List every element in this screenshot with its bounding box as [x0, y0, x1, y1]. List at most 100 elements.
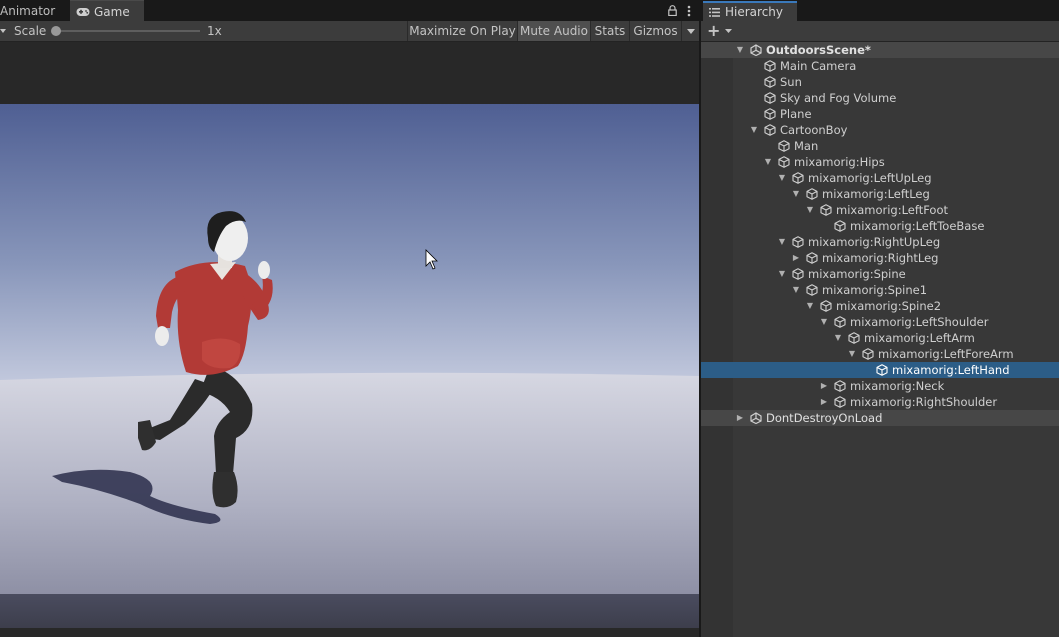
expand-arrow-right-icon[interactable]: ▶ [791, 250, 801, 266]
tab-animator[interactable]: Animator [0, 0, 68, 21]
game-toolbar: Scale 1x Maximize On Play Mute Audio Sta… [0, 21, 699, 42]
hierarchy-row[interactable]: ▼ mixamorig:LeftArm [701, 330, 1059, 346]
hierarchy-row-selected[interactable]: mixamorig:LeftHand [701, 362, 1059, 378]
cube-icon [764, 76, 776, 88]
hierarchy-row-label: Sun [780, 75, 802, 89]
expand-arrow-down-icon[interactable]: ▼ [847, 346, 857, 362]
expand-arrow-down-icon[interactable]: ▼ [791, 186, 801, 202]
hierarchy-row[interactable]: mixamorig:LeftToeBase [701, 218, 1059, 234]
hierarchy-tree: ▼ OutdoorsScene* Main Camera Sun Sky and Fog… [701, 42, 1059, 426]
hierarchy-row-label: mixamorig:LeftToeBase [850, 219, 985, 233]
cube-icon [862, 348, 874, 360]
expand-arrow-down-icon[interactable]: ▼ [735, 42, 745, 58]
hierarchy-row-label: mixamorig:LeftArm [864, 331, 975, 345]
hierarchy-row-label: mixamorig:LeftLeg [822, 187, 930, 201]
mute-audio-button[interactable]: Mute Audio [517, 21, 590, 41]
expand-arrow-down-icon[interactable]: ▼ [805, 202, 815, 218]
scale-slider-handle[interactable] [51, 26, 61, 36]
expand-arrow-down-icon[interactable]: ▼ [791, 282, 801, 298]
hierarchy-row-label: DontDestroyOnLoad [766, 411, 883, 425]
hierarchy-row[interactable]: ▼ OutdoorsScene* [701, 42, 1059, 58]
shirt-pocket [202, 338, 241, 369]
hierarchy-row[interactable]: Main Camera [701, 58, 1059, 74]
expand-arrow-down-icon[interactable]: ▼ [777, 234, 787, 250]
expand-arrow-down-icon[interactable]: ▼ [805, 298, 815, 314]
hierarchy-row[interactable]: ▼ mixamorig:LeftLeg [701, 186, 1059, 202]
display-dropdown-icon[interactable] [0, 28, 6, 34]
hierarchy-row-label: mixamorig:Spine1 [822, 283, 928, 297]
expand-arrow-right-icon[interactable]: ▶ [819, 394, 829, 410]
cube-icon [778, 140, 790, 152]
hierarchy-row-label: mixamorig:Spine [808, 267, 906, 281]
expand-arrow-down-icon[interactable]: ▼ [777, 170, 787, 186]
cube-icon [820, 300, 832, 312]
expand-arrow-right-icon[interactable]: ▶ [735, 410, 745, 426]
hierarchy-row-label: mixamorig:Spine2 [836, 299, 942, 313]
gizmos-dropdown-button[interactable] [681, 21, 699, 41]
hierarchy-tab-bar: Hierarchy [701, 0, 1059, 21]
hierarchy-row[interactable]: ▼ mixamorig:Hips [701, 154, 1059, 170]
hierarchy-row[interactable]: ▶ mixamorig:RightShoulder [701, 394, 1059, 410]
hierarchy-row-label: mixamorig:LeftForeArm [878, 347, 1014, 361]
hierarchy-row-label: mixamorig:Hips [794, 155, 885, 169]
hierarchy-row-label: mixamorig:RightLeg [822, 251, 939, 265]
cube-icon [834, 396, 846, 408]
stats-button[interactable]: Stats [590, 21, 629, 41]
cube-icon [778, 156, 790, 168]
expand-arrow-down-icon[interactable]: ▼ [777, 266, 787, 282]
cube-icon [792, 268, 804, 280]
hierarchy-row[interactable]: Man [701, 138, 1059, 154]
cube-icon [806, 252, 818, 264]
lock-icon[interactable] [668, 5, 677, 16]
hierarchy-row[interactable]: ▶ DontDestroyOnLoad [701, 410, 1059, 426]
scale-value: 1x [207, 24, 222, 38]
chevron-down-icon [725, 29, 733, 33]
hierarchy-row[interactable]: ▼ mixamorig:Spine [701, 266, 1059, 282]
maximize-on-play-button[interactable]: Maximize On Play [407, 21, 517, 41]
hierarchy-row[interactable]: ▼ mixamorig:RightUpLeg [701, 234, 1059, 250]
expand-arrow-down-icon[interactable]: ▼ [833, 330, 843, 346]
hierarchy-row-label: mixamorig:LeftFoot [836, 203, 949, 217]
sky [0, 104, 699, 394]
game-panel: Animator Game Scale 1x Maximize On Play … [0, 0, 699, 637]
hierarchy-row[interactable]: Plane [701, 106, 1059, 122]
hierarchy-row[interactable]: ▼ mixamorig:LeftShoulder [701, 314, 1059, 330]
hierarchy-row-label: Sky and Fog Volume [780, 91, 897, 105]
hierarchy-row[interactable]: Sun [701, 74, 1059, 90]
expand-arrow-right-icon[interactable]: ▶ [819, 378, 829, 394]
tab-game[interactable]: Game [70, 0, 144, 21]
right-hand [258, 261, 270, 279]
expand-arrow-down-icon[interactable]: ▼ [749, 122, 759, 138]
tab-hierarchy[interactable]: Hierarchy [703, 1, 797, 21]
cube-icon [876, 364, 888, 376]
front-shoe [212, 472, 238, 508]
more-options-icon[interactable] [687, 5, 691, 17]
hierarchy-row[interactable]: ▼ mixamorig:LeftUpLeg [701, 170, 1059, 186]
hierarchy-panel: Hierarchy + ▼ OutdoorsScene* Main Camera Su… [701, 0, 1059, 637]
cube-icon [834, 220, 846, 232]
tab-hierarchy-label: Hierarchy [725, 5, 784, 19]
game-tab-bar: Animator Game [0, 0, 699, 21]
hierarchy-row[interactable]: ▶ mixamorig:RightLeg [701, 250, 1059, 266]
game-render [0, 104, 699, 628]
gizmos-button[interactable]: Gizmos [629, 21, 681, 41]
hierarchy-row[interactable]: ▼ mixamorig:LeftFoot [701, 202, 1059, 218]
hierarchy-row[interactable]: ▶ mixamorig:Neck [701, 378, 1059, 394]
expand-arrow-down-icon[interactable]: ▼ [819, 314, 829, 330]
hierarchy-row[interactable]: ▼ mixamorig:LeftForeArm [701, 346, 1059, 362]
scale-slider-track[interactable] [56, 30, 200, 32]
hierarchy-row-label: Main Camera [780, 59, 857, 73]
hierarchy-row-label: mixamorig:LeftUpLeg [808, 171, 932, 185]
hierarchy-row-label: mixamorig:Neck [850, 379, 945, 393]
cube-icon [764, 92, 776, 104]
hierarchy-row-label: OutdoorsScene* [766, 43, 871, 57]
hierarchy-row[interactable]: ▼ mixamorig:Spine1 [701, 282, 1059, 298]
hierarchy-toolbar: + [701, 21, 1059, 42]
expand-arrow-down-icon[interactable]: ▼ [763, 154, 773, 170]
hierarchy-row[interactable]: ▼ mixamorig:Spine2 [701, 298, 1059, 314]
hierarchy-row[interactable]: Sky and Fog Volume [701, 90, 1059, 106]
game-viewport[interactable] [0, 104, 699, 628]
add-object-button[interactable]: + [707, 21, 733, 41]
cube-icon [848, 332, 860, 344]
hierarchy-row[interactable]: ▼ CartoonBoy [701, 122, 1059, 138]
